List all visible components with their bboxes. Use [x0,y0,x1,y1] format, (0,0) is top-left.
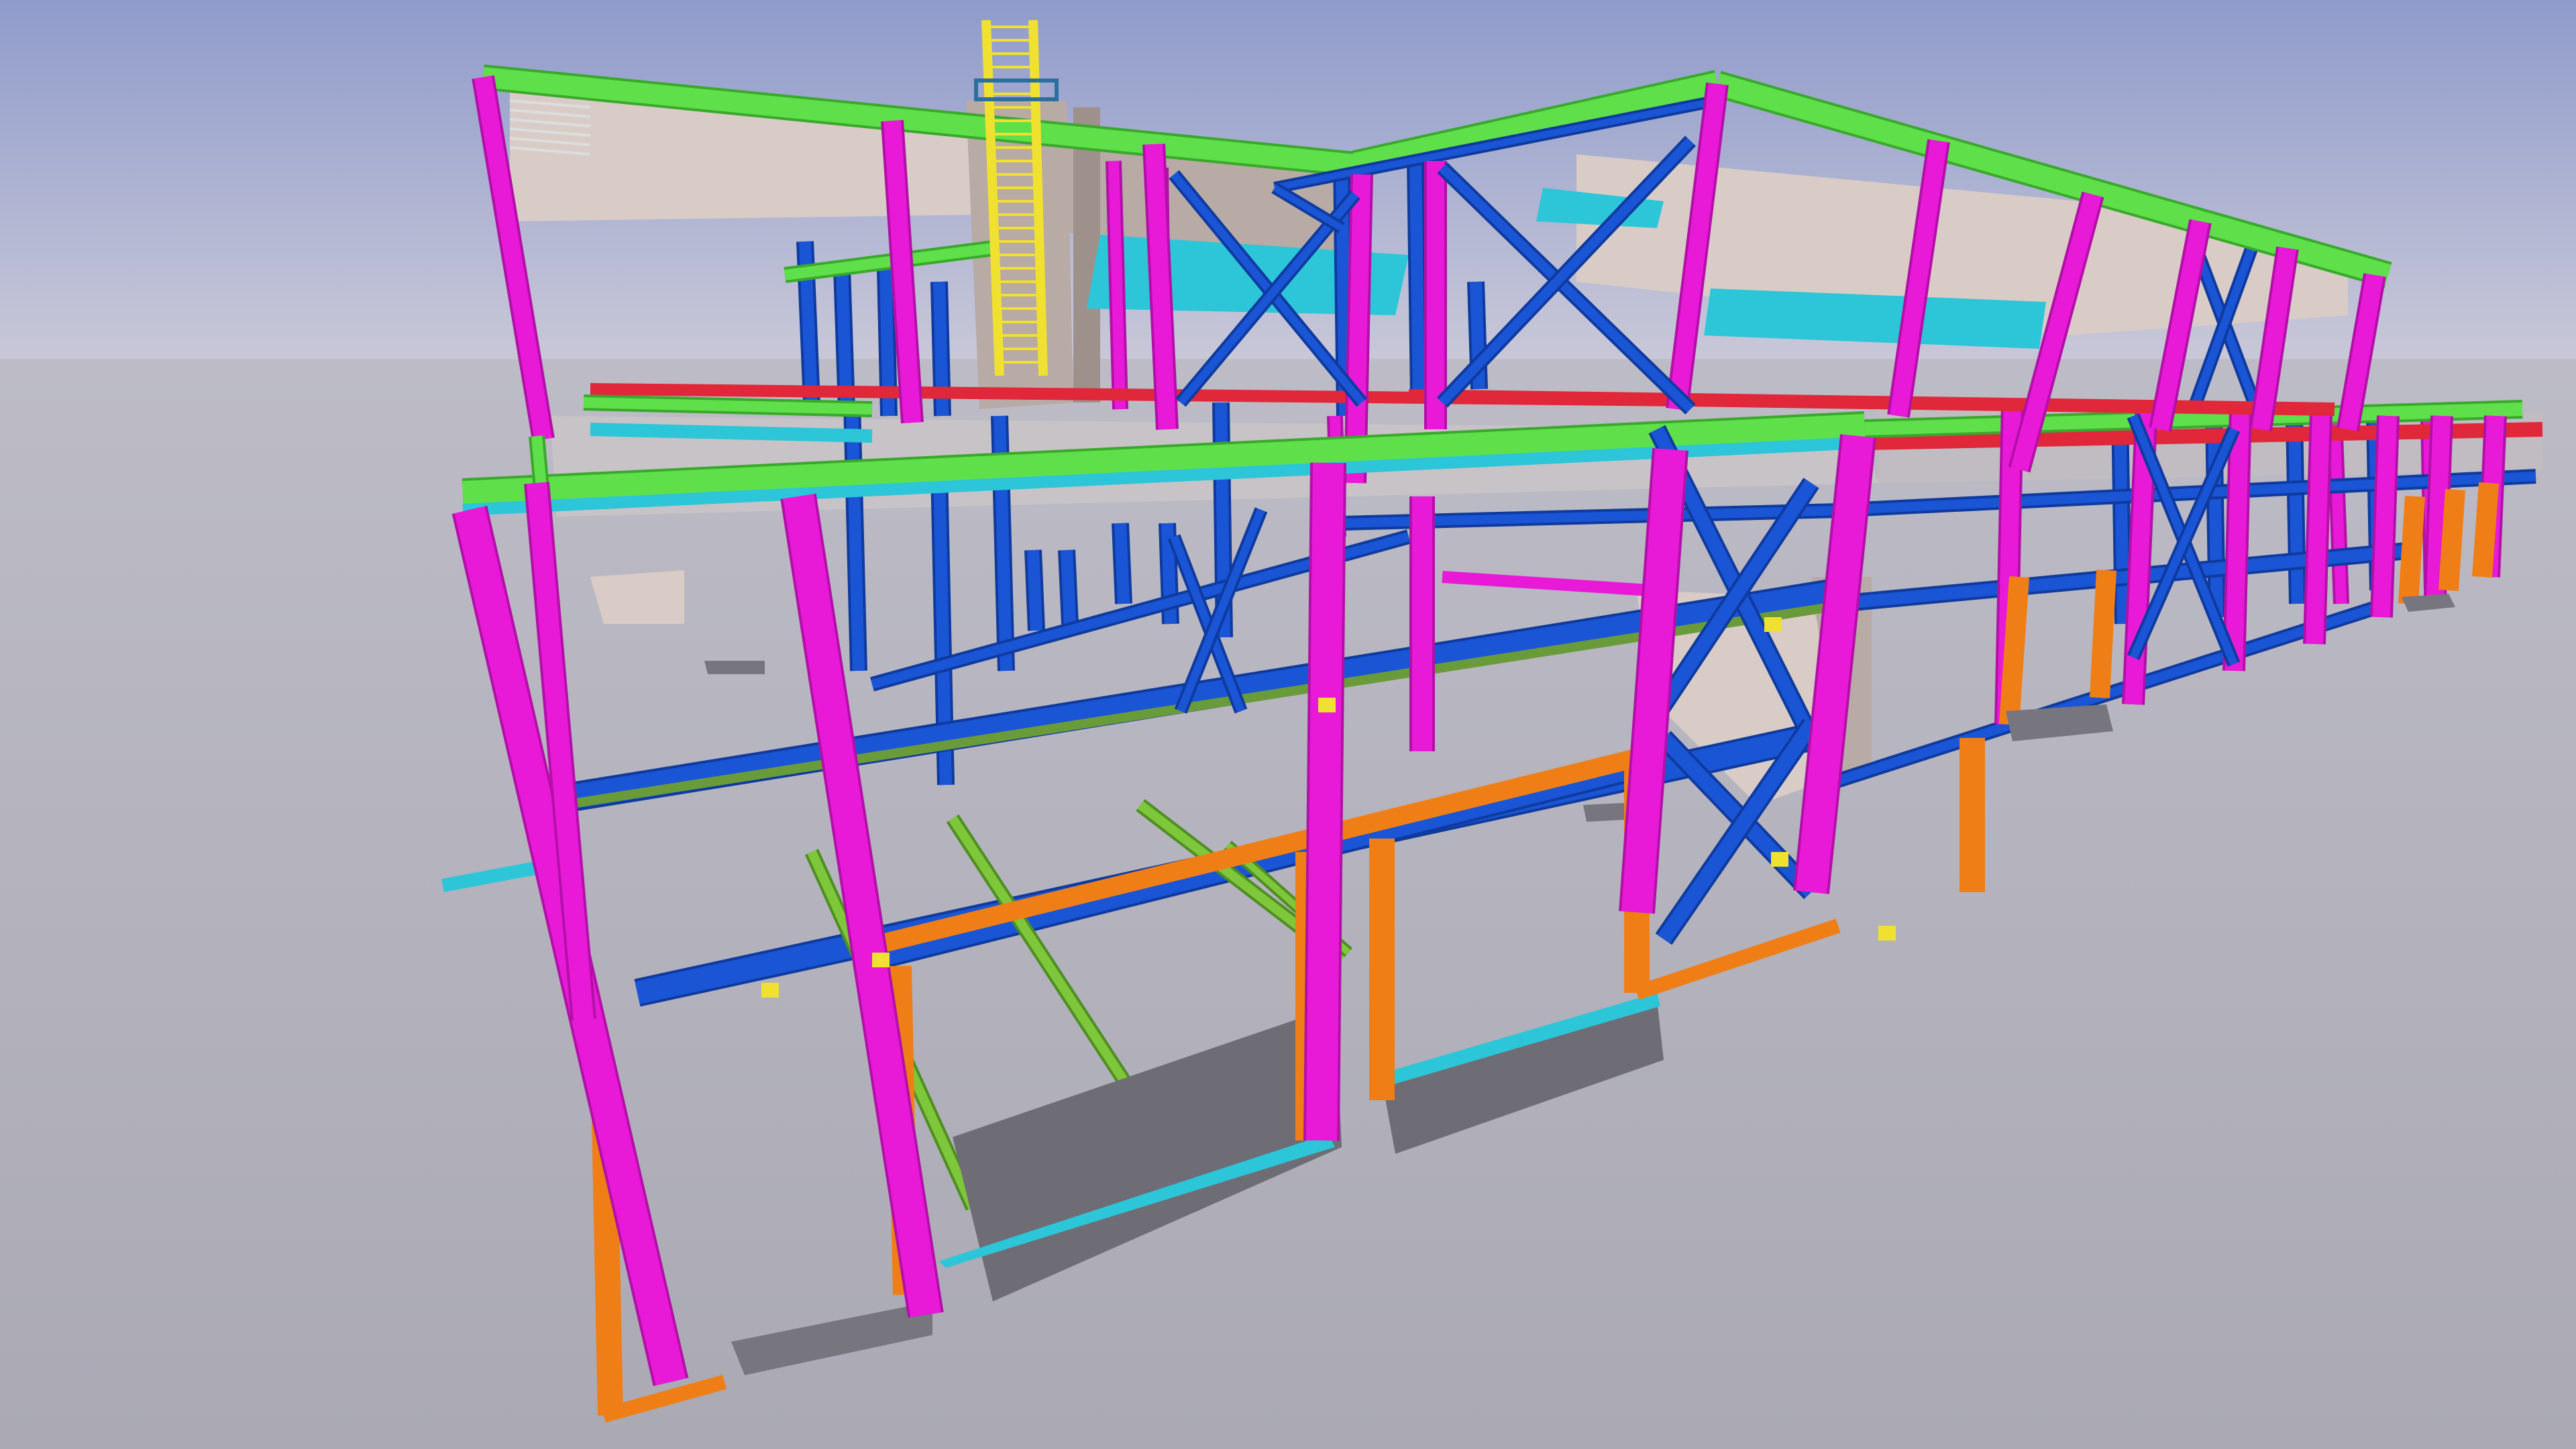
connection-plate-2 [1764,617,1782,632]
connection-plate-3 [1771,852,1788,867]
right-orange-column-4 [2475,482,2496,578]
right-orange-column-3 [2441,489,2463,591]
rear-column-17 [2288,415,2304,604]
rear-column-6 [1061,549,1076,625]
rear-column-5 [1027,549,1042,631]
cutout-slab-a [590,570,684,624]
rear-pink-column-3 [2329,415,2347,604]
connection-plate-4 [1318,698,1336,712]
connection-plate-0 [761,983,779,998]
stair-core-side [1073,107,1100,402]
front-column-2 [1306,462,1344,1141]
right-orange-column-1 [2092,570,2114,698]
right-far-column-2 [2225,409,2249,672]
right-orange-column-2 [2401,496,2422,604]
right-orange-column-0 [2002,576,2027,725]
structure-render [0,0,2576,1449]
right-far-column-3 [2306,412,2330,645]
rear-column-7 [1114,523,1130,604]
connection-plate-5 [1878,926,1896,941]
rear-column-16 [2208,415,2223,618]
rear-column-10 [846,402,865,672]
side-roof-beam-a [583,397,873,415]
pad-a [704,661,765,674]
right-far-column-4 [2373,415,2397,618]
rear-column-13 [1409,160,1425,396]
rear-pink-column-0 [1108,160,1126,410]
connection-plate-1 [872,953,890,967]
